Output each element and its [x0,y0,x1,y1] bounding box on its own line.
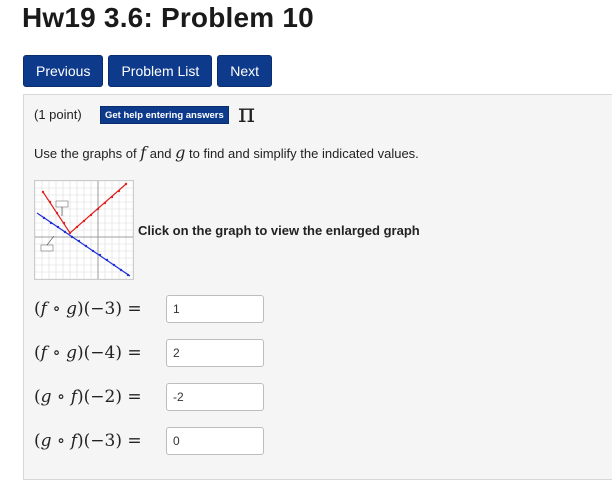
problem-instructions: Use the graphs of f and g to find and si… [34,143,419,162]
instructions-and: and [149,146,172,161]
next-button[interactable]: Next [217,55,273,87]
instructions-prefix: Use the graphs of [34,146,137,161]
expr-inner: g [66,343,77,363]
problem-nav: Previous Problem List Next [23,55,273,87]
page-title: Hw19 3.6: Problem 10 [22,2,314,33]
answer-input[interactable] [166,295,264,323]
g-point [70,235,74,239]
answer-input[interactable] [166,427,264,455]
f-point [48,200,52,204]
previous-button[interactable]: Previous [23,55,104,87]
problem-list-button[interactable]: Problem List [108,55,213,87]
g-point [63,230,67,234]
g-point [105,258,109,262]
g-label-box [40,244,54,252]
expr-arg: −3 [90,431,116,451]
composition-expression: (f ∘ g)(−4) = [34,343,142,363]
f-point [110,195,114,199]
answer-row: (g ∘ f)(−2) = [34,382,264,412]
f-point [96,207,100,211]
instructions-suffix: to find and simplify the indicated value… [189,146,419,161]
f-point [124,182,128,186]
graph-image[interactable] [34,180,134,280]
answer-input[interactable] [166,339,264,367]
g-point [112,263,116,267]
g-point [98,253,102,257]
points-label: (1 point) [34,107,82,122]
help-entering-answers-button[interactable]: Get help entering answers [100,106,229,124]
f-point [89,213,93,217]
f-point [82,219,86,223]
var-g: g [175,143,186,162]
expr-arg: −3 [90,299,116,319]
f-point [117,189,121,193]
f-point [103,201,107,205]
answer-row: (g ∘ f)(−3) = [34,426,264,456]
composition-expression: (f ∘ g)(−3) = [34,299,142,319]
g-point [77,239,81,243]
g-point [84,244,88,248]
g-point [42,216,46,220]
composition-expression: (g ∘ f)(−2) = [34,387,142,407]
f-point [55,211,59,215]
problem-panel: (1 point) Get help entering answers π Us… [23,94,612,480]
g-point [56,225,60,229]
answer-row: (f ∘ g)(−4) = [34,338,264,368]
enlarge-graph-link[interactable]: Click on the graph to view the enlarged … [138,223,420,238]
expr-outer: g [40,431,52,451]
g-point [119,268,123,272]
composition-expression: (g ∘ f)(−3) = [34,431,142,451]
g-point [91,249,95,253]
f-point [41,190,45,194]
g-point [49,221,53,225]
var-f: f [140,143,147,162]
f-point [75,225,79,229]
f-point [68,231,72,235]
answer-input[interactable] [166,383,264,411]
expr-arg: −2 [90,387,116,407]
expr-outer: g [40,387,52,407]
pi-icon[interactable]: π [238,101,266,127]
answer-row: (f ∘ g)(−3) = [34,294,264,324]
graph-thumbnail[interactable] [34,180,134,280]
f-label-box [55,200,69,208]
expr-inner: g [66,299,77,319]
expr-arg: −4 [90,343,116,363]
g-point [126,273,130,277]
f-point [62,221,66,225]
